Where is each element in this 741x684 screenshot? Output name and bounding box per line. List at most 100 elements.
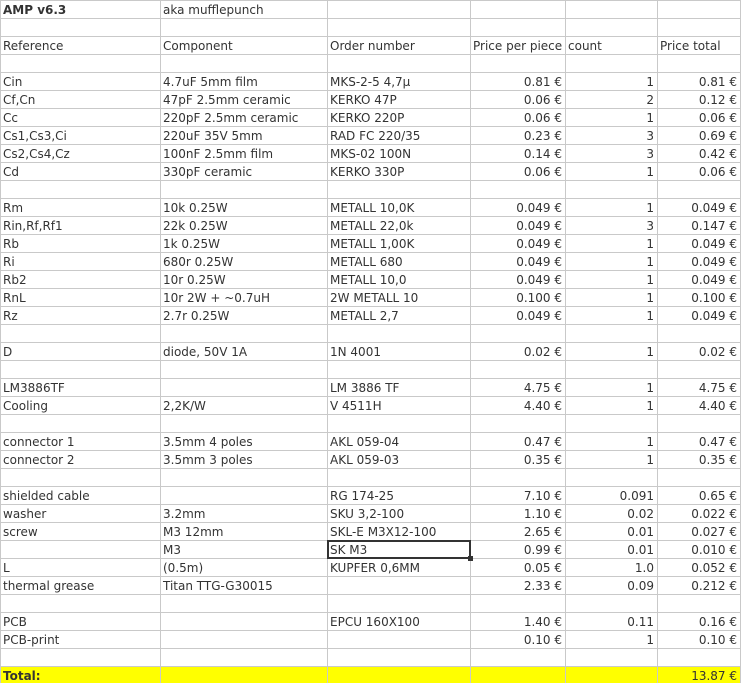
cell-price-total[interactable]: 0.10 € — [657, 630, 740, 648]
cell-price-per-piece[interactable]: 0.049 € — [470, 198, 565, 216]
cell-component[interactable] — [160, 180, 327, 198]
cell-price-total[interactable] — [657, 468, 740, 486]
cell-price-per-piece[interactable]: 4.40 € — [470, 396, 565, 414]
header-order-number[interactable]: Order number — [327, 36, 470, 54]
cell-price-per-piece[interactable]: 0.99 € — [470, 540, 565, 558]
cell-count[interactable]: 1.0 — [565, 558, 657, 576]
cell-component[interactable]: (0.5m) — [160, 558, 327, 576]
cell-reference[interactable]: PCB-print — [0, 630, 160, 648]
cell-price-per-piece[interactable] — [470, 594, 565, 612]
cell-price-per-piece[interactable] — [470, 360, 565, 378]
cell-price-per-piece[interactable] — [470, 324, 565, 342]
cell-price-total[interactable]: 4.75 € — [657, 378, 740, 396]
fill-handle[interactable] — [468, 556, 473, 561]
cell-component[interactable] — [160, 54, 327, 72]
cell-price-per-piece[interactable] — [470, 468, 565, 486]
cell-price-total[interactable] — [657, 648, 740, 666]
cell-reference[interactable]: screw — [0, 522, 160, 540]
cell-price-total[interactable] — [657, 180, 740, 198]
cell-order-number[interactable]: KERKO 47P — [327, 90, 470, 108]
cell-price-total[interactable]: 0.147 € — [657, 216, 740, 234]
cell-count[interactable]: 1 — [565, 234, 657, 252]
cell-price-per-piece[interactable] — [470, 648, 565, 666]
cell-count[interactable]: 1 — [565, 306, 657, 324]
cell-price-per-piece[interactable]: 0.06 € — [470, 90, 565, 108]
cell-order-number[interactable] — [327, 414, 470, 432]
cell-reference[interactable]: connector 2 — [0, 450, 160, 468]
cell-count[interactable]: 3 — [565, 126, 657, 144]
cell-order-number[interactable]: METALL 680 — [327, 252, 470, 270]
cell-price-per-piece[interactable]: 0.06 € — [470, 162, 565, 180]
cell-count[interactable]: 0.11 — [565, 612, 657, 630]
cell-order-number[interactable]: SKU 3,2-100 — [327, 504, 470, 522]
cell-order-number[interactable]: METALL 1,00K — [327, 234, 470, 252]
cell-component[interactable]: 3.5mm 4 poles — [160, 432, 327, 450]
cell-price-per-piece[interactable]: 0.049 € — [470, 234, 565, 252]
cell-order-number[interactable] — [327, 594, 470, 612]
cell-order-number[interactable]: KERKO 220P — [327, 108, 470, 126]
cell-price-per-piece[interactable]: 1.40 € — [470, 612, 565, 630]
cell-component[interactable] — [160, 468, 327, 486]
cell-reference[interactable]: Cooling — [0, 396, 160, 414]
cell-price-total[interactable]: 0.049 € — [657, 252, 740, 270]
header-component[interactable]: Component — [160, 36, 327, 54]
cell-count[interactable]: 2 — [565, 90, 657, 108]
cell-order-number[interactable]: 2W METALL 10 — [327, 288, 470, 306]
cell-order-number[interactable]: METALL 2,7 — [327, 306, 470, 324]
cell-component[interactable]: 10k 0.25W — [160, 198, 327, 216]
cell-price-total[interactable] — [657, 324, 740, 342]
cell-reference[interactable]: connector 1 — [0, 432, 160, 450]
cell-component[interactable]: 4.7uF 5mm film — [160, 72, 327, 90]
cell-order-number[interactable]: AKL 059-03 — [327, 450, 470, 468]
cell-component[interactable] — [160, 414, 327, 432]
cell-reference[interactable]: L — [0, 558, 160, 576]
cell-price-per-piece[interactable]: 4.75 € — [470, 378, 565, 396]
cell-count[interactable]: 1 — [565, 342, 657, 360]
cell-price-per-piece[interactable]: 0.10 € — [470, 630, 565, 648]
header-reference[interactable]: Reference — [0, 36, 160, 54]
document-title-cell[interactable]: AMP v6.3 — [0, 0, 160, 18]
cell-component[interactable]: 22k 0.25W — [160, 216, 327, 234]
cell-order-number[interactable]: METALL 10,0K — [327, 198, 470, 216]
cell-count[interactable] — [565, 468, 657, 486]
cell-component[interactable]: M3 — [160, 540, 327, 558]
cell-price-per-piece[interactable]: 1.10 € — [470, 504, 565, 522]
cell-price-per-piece[interactable]: 0.23 € — [470, 126, 565, 144]
cell-order-number[interactable]: RAD FC 220/35 — [327, 126, 470, 144]
cell-reference[interactable] — [0, 594, 160, 612]
cell-reference[interactable]: Cc — [0, 108, 160, 126]
cell-component[interactable]: 10r 2W + ~0.7uH — [160, 288, 327, 306]
cell-order-number[interactable]: MKS-02 100N — [327, 144, 470, 162]
cell-count[interactable]: 3 — [565, 144, 657, 162]
cell-reference[interactable]: Rb — [0, 234, 160, 252]
header-price-total[interactable]: Price total — [657, 36, 740, 54]
cell-count[interactable]: 1 — [565, 270, 657, 288]
cell-reference[interactable] — [0, 648, 160, 666]
cell-order-number[interactable]: KUPFER 0,6MM — [327, 558, 470, 576]
cell-price-per-piece[interactable]: 0.35 € — [470, 450, 565, 468]
cell-count[interactable]: 0.01 — [565, 522, 657, 540]
cell-order-number[interactable]: LM 3886 TF — [327, 378, 470, 396]
cell-count[interactable]: 0.09 — [565, 576, 657, 594]
cell-price-total[interactable]: 0.69 € — [657, 126, 740, 144]
cell-price-total[interactable]: 0.35 € — [657, 450, 740, 468]
cell-count[interactable]: 1 — [565, 72, 657, 90]
cell-count[interactable]: 3 — [565, 216, 657, 234]
cell-order-number[interactable] — [327, 54, 470, 72]
cell-order-number[interactable]: MKS-2-5 4,7µ — [327, 72, 470, 90]
cell-price-total[interactable]: 0.052 € — [657, 558, 740, 576]
cell-price-per-piece[interactable]: 0.049 € — [470, 306, 565, 324]
cell-price-per-piece[interactable]: 0.06 € — [470, 108, 565, 126]
cell-count[interactable] — [565, 180, 657, 198]
cell-price-total[interactable]: 0.022 € — [657, 504, 740, 522]
cell-order-number[interactable] — [327, 324, 470, 342]
cell-price-total[interactable]: 0.16 € — [657, 612, 740, 630]
cell-count[interactable] — [565, 360, 657, 378]
cell-price-total[interactable]: 0.049 € — [657, 306, 740, 324]
cell-reference[interactable]: washer — [0, 504, 160, 522]
document-subtitle-cell[interactable]: aka mufflepunch — [160, 0, 327, 18]
cell-count[interactable]: 1 — [565, 432, 657, 450]
cell-component[interactable] — [160, 486, 327, 504]
cell-component[interactable]: 3.2mm — [160, 504, 327, 522]
cell-reference[interactable]: Rb2 — [0, 270, 160, 288]
